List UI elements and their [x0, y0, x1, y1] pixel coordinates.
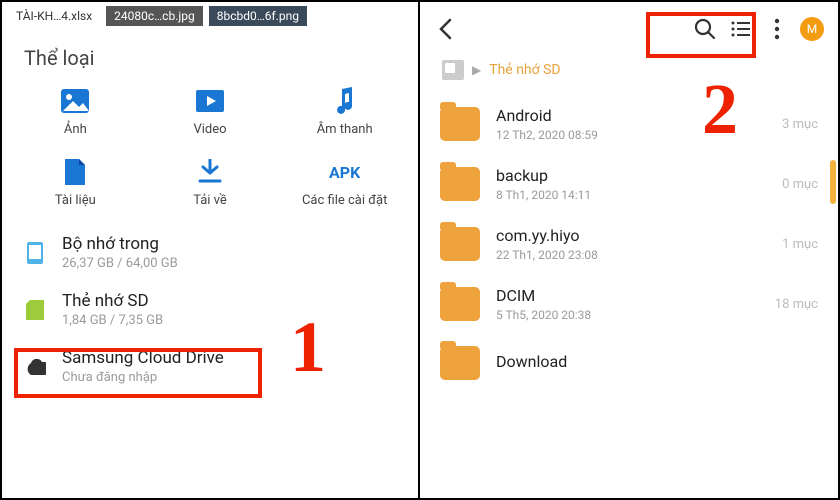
- folder-count: 3 mục: [782, 117, 818, 132]
- download-icon: [195, 157, 225, 187]
- sort-button[interactable]: [728, 16, 754, 42]
- storage-list: Bộ nhớ trong 26,37 GB / 64,00 GB Thẻ nhớ…: [2, 224, 418, 395]
- storage-sub: 26,37 GB / 64,00 GB: [62, 256, 178, 271]
- folder-list: Android 12 Th2, 2020 08:59 3 mục backup …: [420, 94, 838, 392]
- folder-row[interactable]: backup 8 Th1, 2020 14:11 0 mục: [438, 154, 820, 214]
- category-images[interactable]: Ảnh: [8, 86, 143, 137]
- sort-icon: [730, 19, 752, 39]
- account-avatar[interactable]: M: [800, 17, 824, 41]
- storage-name: Samsung Cloud Drive: [62, 348, 224, 368]
- storage-name: Bộ nhớ trong: [62, 234, 178, 254]
- more-vert-icon: [774, 18, 780, 40]
- search-icon: [694, 18, 716, 40]
- category-documents[interactable]: Tài liệu: [8, 157, 143, 208]
- folder-icon: [440, 167, 480, 201]
- folder-icon: [440, 107, 480, 141]
- video-icon: [195, 86, 225, 116]
- categories-grid: Ảnh Video Âm thanh Tài liệu: [2, 76, 418, 224]
- storage-name: Thẻ nhớ SD: [62, 291, 163, 311]
- storage-sub: 1,84 GB / 7,35 GB: [62, 313, 163, 328]
- right-screenshot: M ▶ Thẻ nhớ SD Android 12 Th2, 2020 08:5…: [420, 2, 838, 498]
- tab-file-3[interactable]: 8bcbd0…6f.png: [209, 6, 307, 26]
- folder-icon: [440, 346, 480, 380]
- folder-count: 18 mục: [775, 297, 818, 312]
- tab-file-2[interactable]: 24080c…cb.jpg: [106, 6, 203, 26]
- folder-name: DCIM: [496, 286, 759, 305]
- folder-row[interactable]: DCIM 5 Th5, 2020 20:38 18 mục: [438, 274, 820, 334]
- category-label: Video: [193, 122, 226, 137]
- folder-icon: [440, 227, 480, 261]
- folder-name: Download: [496, 352, 802, 371]
- search-button[interactable]: [692, 16, 718, 42]
- folder-date: 12 Th2, 2020 08:59: [496, 128, 766, 142]
- more-button[interactable]: [764, 16, 790, 42]
- storage-sub: Chưa đăng nhập: [62, 370, 224, 385]
- breadcrumb: ▶ Thẻ nhớ SD: [420, 52, 838, 94]
- top-bar: M: [420, 2, 838, 52]
- category-downloads[interactable]: Tải về: [143, 157, 278, 208]
- breadcrumb-current: Thẻ nhớ SD: [489, 62, 560, 78]
- folder-count: 1 mục: [782, 237, 818, 252]
- phone-icon: [24, 242, 46, 264]
- category-apk[interactable]: APK Các file cài đặt: [277, 157, 412, 208]
- folder-name: backup: [496, 166, 766, 185]
- folder-name: Android: [496, 106, 766, 125]
- category-label: Tải về: [193, 193, 227, 208]
- folder-row[interactable]: Download: [438, 334, 820, 392]
- folder-count: 0 mục: [782, 177, 818, 192]
- apk-icon: APK: [330, 157, 360, 187]
- music-note-icon: [330, 86, 360, 116]
- category-label: Âm thanh: [317, 122, 373, 137]
- cloud-icon: [24, 356, 46, 378]
- storage-sd-card[interactable]: Thẻ nhớ SD 1,84 GB / 7,35 GB: [16, 281, 404, 338]
- folder-date: 22 Th1, 2020 23:08: [496, 248, 766, 262]
- category-label: Các file cài đặt: [302, 193, 387, 208]
- chevron-right-icon: ▶: [472, 63, 481, 77]
- folder-name: com.yy.hiyo: [496, 226, 766, 245]
- folder-row[interactable]: com.yy.hiyo 22 Th1, 2020 23:08 1 mục: [438, 214, 820, 274]
- folder-row[interactable]: Android 12 Th2, 2020 08:59 3 mục: [438, 94, 820, 154]
- folder-date: 8 Th1, 2020 14:11: [496, 188, 766, 202]
- folder-date: 5 Th5, 2020 20:38: [496, 308, 759, 322]
- categories-title: Thể loại: [2, 28, 418, 76]
- sd-card-icon: [24, 299, 46, 321]
- back-button[interactable]: [438, 18, 452, 40]
- left-screenshot: TÀI-KH…4.xlsx 24080c…cb.jpg 8bcbd0…6f.pn…: [2, 2, 420, 498]
- breadcrumb-home-icon[interactable]: [442, 60, 464, 80]
- category-video[interactable]: Video: [143, 86, 278, 137]
- storage-internal[interactable]: Bộ nhớ trong 26,37 GB / 64,00 GB: [16, 224, 404, 281]
- document-icon: [60, 157, 90, 187]
- scroll-indicator[interactable]: [830, 160, 836, 204]
- category-label: Tài liệu: [55, 193, 96, 208]
- tab-file-1[interactable]: TÀI-KH…4.xlsx: [8, 6, 100, 26]
- image-icon: [60, 86, 90, 116]
- folder-icon: [440, 287, 480, 321]
- recent-files-tabs: TÀI-KH…4.xlsx 24080c…cb.jpg 8bcbd0…6f.pn…: [2, 2, 418, 28]
- category-label: Ảnh: [64, 122, 87, 137]
- storage-samsung-cloud[interactable]: Samsung Cloud Drive Chưa đăng nhập: [16, 338, 404, 395]
- category-audio[interactable]: Âm thanh: [277, 86, 412, 137]
